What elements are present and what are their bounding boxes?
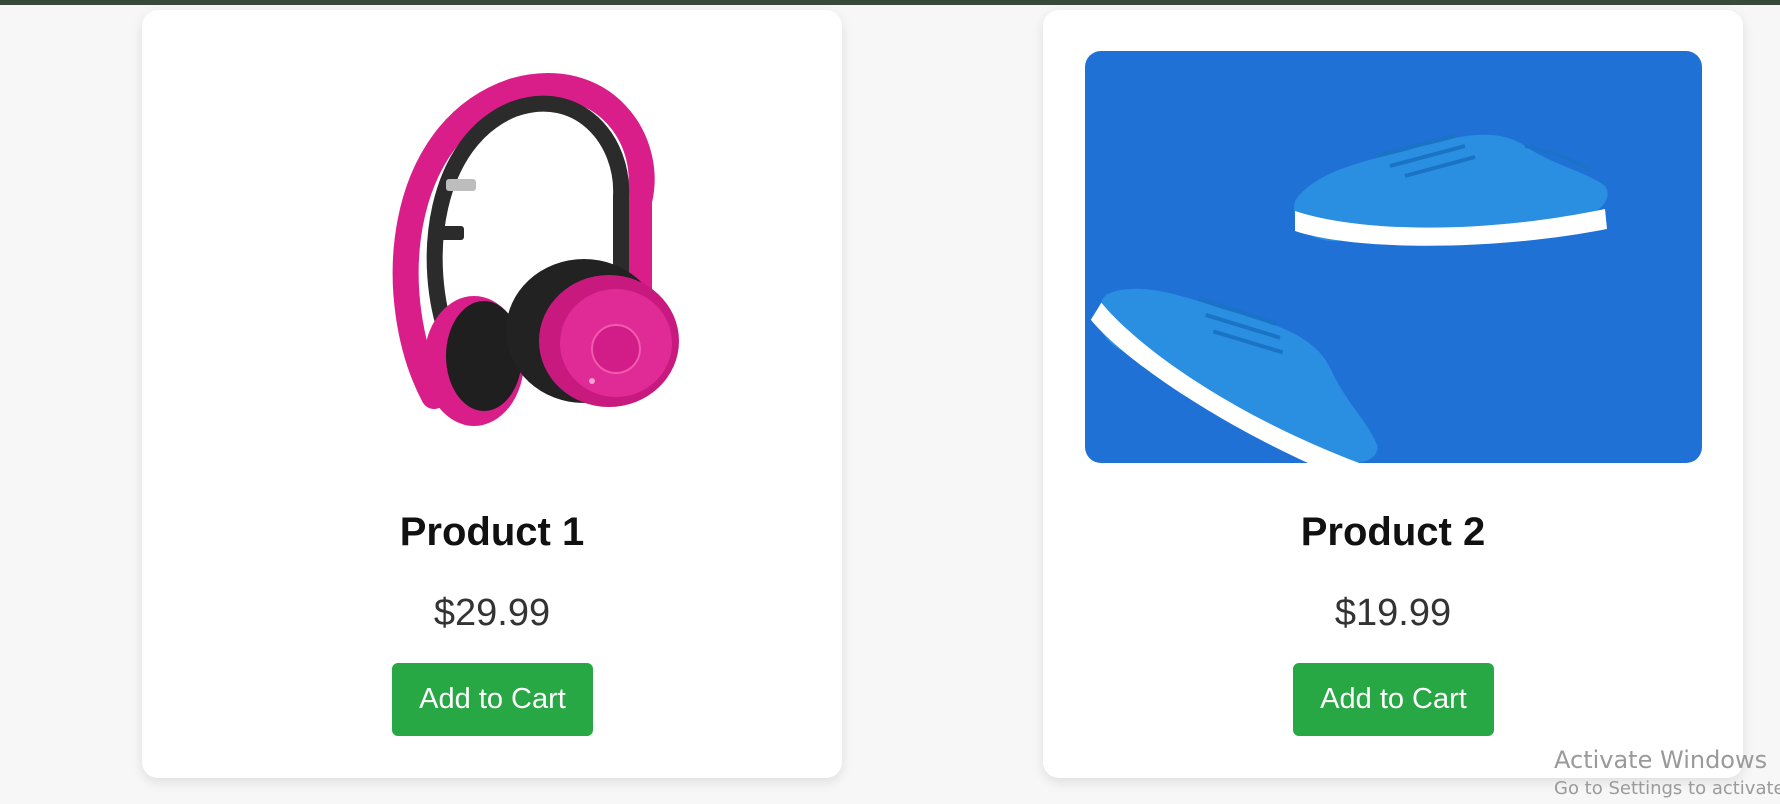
product-image[interactable] [184, 51, 801, 463]
product-name: Product 2 [1300, 510, 1486, 554]
add-to-cart-button[interactable]: Add to Cart [392, 663, 593, 736]
watermark-subtitle: Go to Settings to activate Wi [1554, 778, 1780, 799]
product-card: Product 1 $29.99 Add to Cart [142, 10, 842, 778]
product-card: Product 2 $19.99 Add to Cart [1043, 10, 1743, 778]
product-name: Product 1 [399, 510, 585, 554]
product-price: $19.99 [1334, 592, 1452, 634]
sneakers-image [1090, 134, 1608, 463]
top-bar [0, 0, 1780, 5]
product-price: $29.99 [433, 592, 551, 634]
headphones-image [392, 73, 679, 426]
add-to-cart-button[interactable]: Add to Cart [1293, 663, 1494, 736]
product-image[interactable] [1085, 51, 1702, 463]
